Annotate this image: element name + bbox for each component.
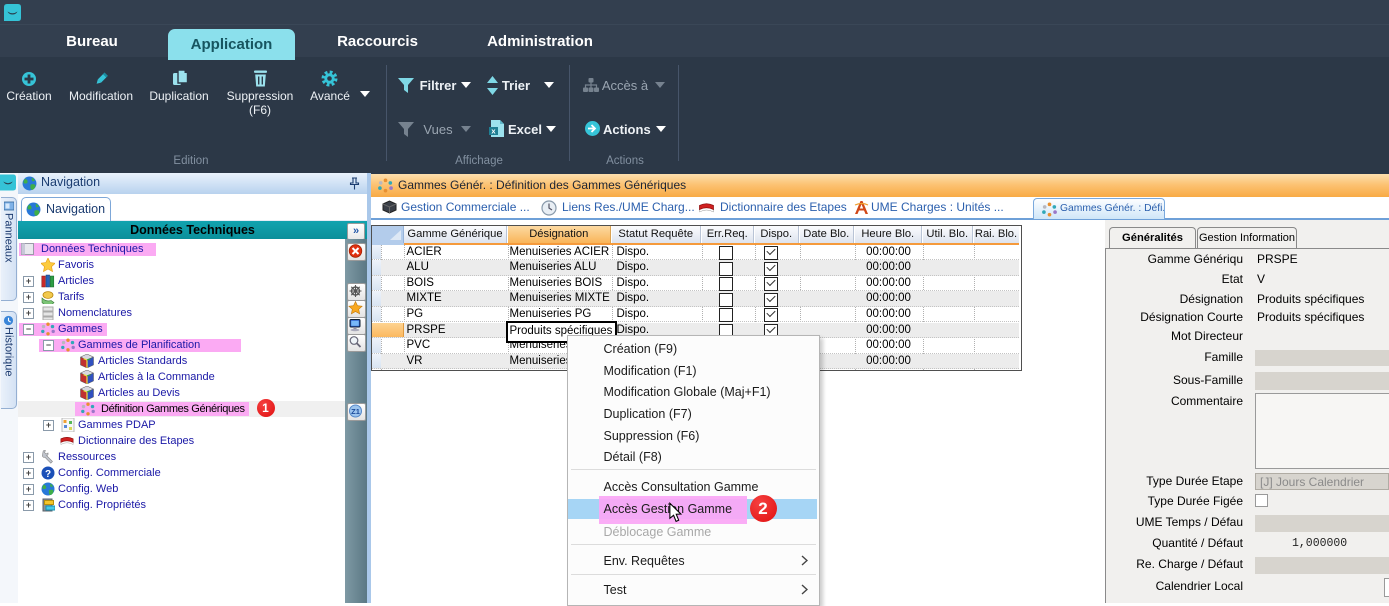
svg-text:?: ? <box>45 469 51 480</box>
svg-text:Z1: Z1 <box>351 407 360 416</box>
